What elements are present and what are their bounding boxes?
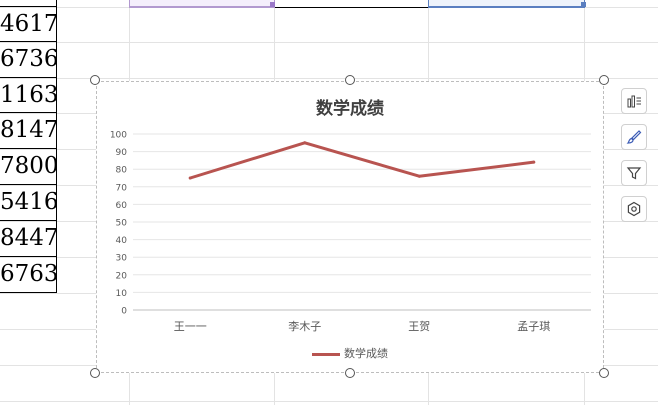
x-tick-label: 王贺 xyxy=(408,320,430,333)
range-handle[interactable] xyxy=(581,2,586,7)
chart-style-button[interactable] xyxy=(621,124,647,150)
number-cell[interactable]: 4617 xyxy=(0,7,57,42)
chart-filter-button[interactable] xyxy=(621,160,647,186)
y-tick-label: 10 xyxy=(116,289,128,299)
resize-handle-bottom-left[interactable] xyxy=(90,368,100,378)
selected-range-cell[interactable] xyxy=(129,0,275,8)
resize-handle-bottom[interactable] xyxy=(345,368,355,378)
y-tick-label: 50 xyxy=(116,219,128,229)
y-tick-label: 0 xyxy=(121,307,127,317)
y-tick-label: 60 xyxy=(116,201,128,211)
data-point[interactable] xyxy=(417,174,421,178)
chart-settings-button[interactable] xyxy=(621,196,647,222)
selected-range-cell[interactable] xyxy=(428,0,585,8)
gridline xyxy=(0,42,658,43)
series-line[interactable] xyxy=(188,141,536,180)
y-tick-label: 70 xyxy=(116,183,128,193)
number-cell[interactable]: 5416 xyxy=(0,185,57,221)
x-tick-label: 孟子琪 xyxy=(517,320,550,333)
resize-handle-bottom-right[interactable] xyxy=(599,368,609,378)
x-tick-label: 李木子 xyxy=(288,319,321,333)
chart-plot-area[interactable]: 0 10 20 30 40 50 60 70 80 90 100 王一一 李木子 王贺 孟子琪 xyxy=(97,82,603,372)
legend-label: 数学成绩 xyxy=(344,347,388,360)
number-cell[interactable] xyxy=(0,0,57,7)
resize-handle-top-left[interactable] xyxy=(90,75,100,85)
data-point[interactable] xyxy=(188,176,192,180)
y-tick-label: 90 xyxy=(116,148,128,158)
number-cell[interactable]: 6763 xyxy=(0,257,57,293)
resize-handle-top[interactable] xyxy=(345,75,355,85)
legend-swatch xyxy=(312,352,340,356)
chart-style-icon xyxy=(626,130,642,144)
y-tick-label: 30 xyxy=(116,254,128,264)
y-tick-label: 100 xyxy=(110,131,127,141)
chart-filter-icon xyxy=(626,167,642,180)
y-tick-label: 80 xyxy=(116,166,128,176)
gridline xyxy=(0,401,658,402)
number-cell[interactable]: 8147 xyxy=(0,113,57,149)
number-cell[interactable]: 1163 xyxy=(0,78,57,113)
chart-elements-icon xyxy=(627,95,641,108)
cell[interactable] xyxy=(275,0,428,8)
y-tick-label: 20 xyxy=(116,271,128,281)
x-tick-label: 王一一 xyxy=(174,320,207,333)
data-point[interactable] xyxy=(532,160,536,164)
range-handle[interactable] xyxy=(270,2,275,7)
number-cell[interactable]: 7800 xyxy=(0,149,57,185)
chart-elements-button[interactable] xyxy=(621,88,647,114)
chart-settings-icon xyxy=(627,201,641,217)
number-cell[interactable]: 8447 xyxy=(0,221,57,257)
resize-handle-top-right[interactable] xyxy=(599,75,609,85)
data-point[interactable] xyxy=(303,141,307,145)
y-tick-label: 40 xyxy=(116,236,128,246)
line-chart[interactable]: 数学成绩 0 10 20 30 40 50 60 70 80 90 100 王一一 李木子 王贺 孟子琪 数… xyxy=(96,81,604,373)
number-cell[interactable]: 6736 xyxy=(0,42,57,78)
chart-legend[interactable]: 数学成绩 xyxy=(97,345,603,361)
